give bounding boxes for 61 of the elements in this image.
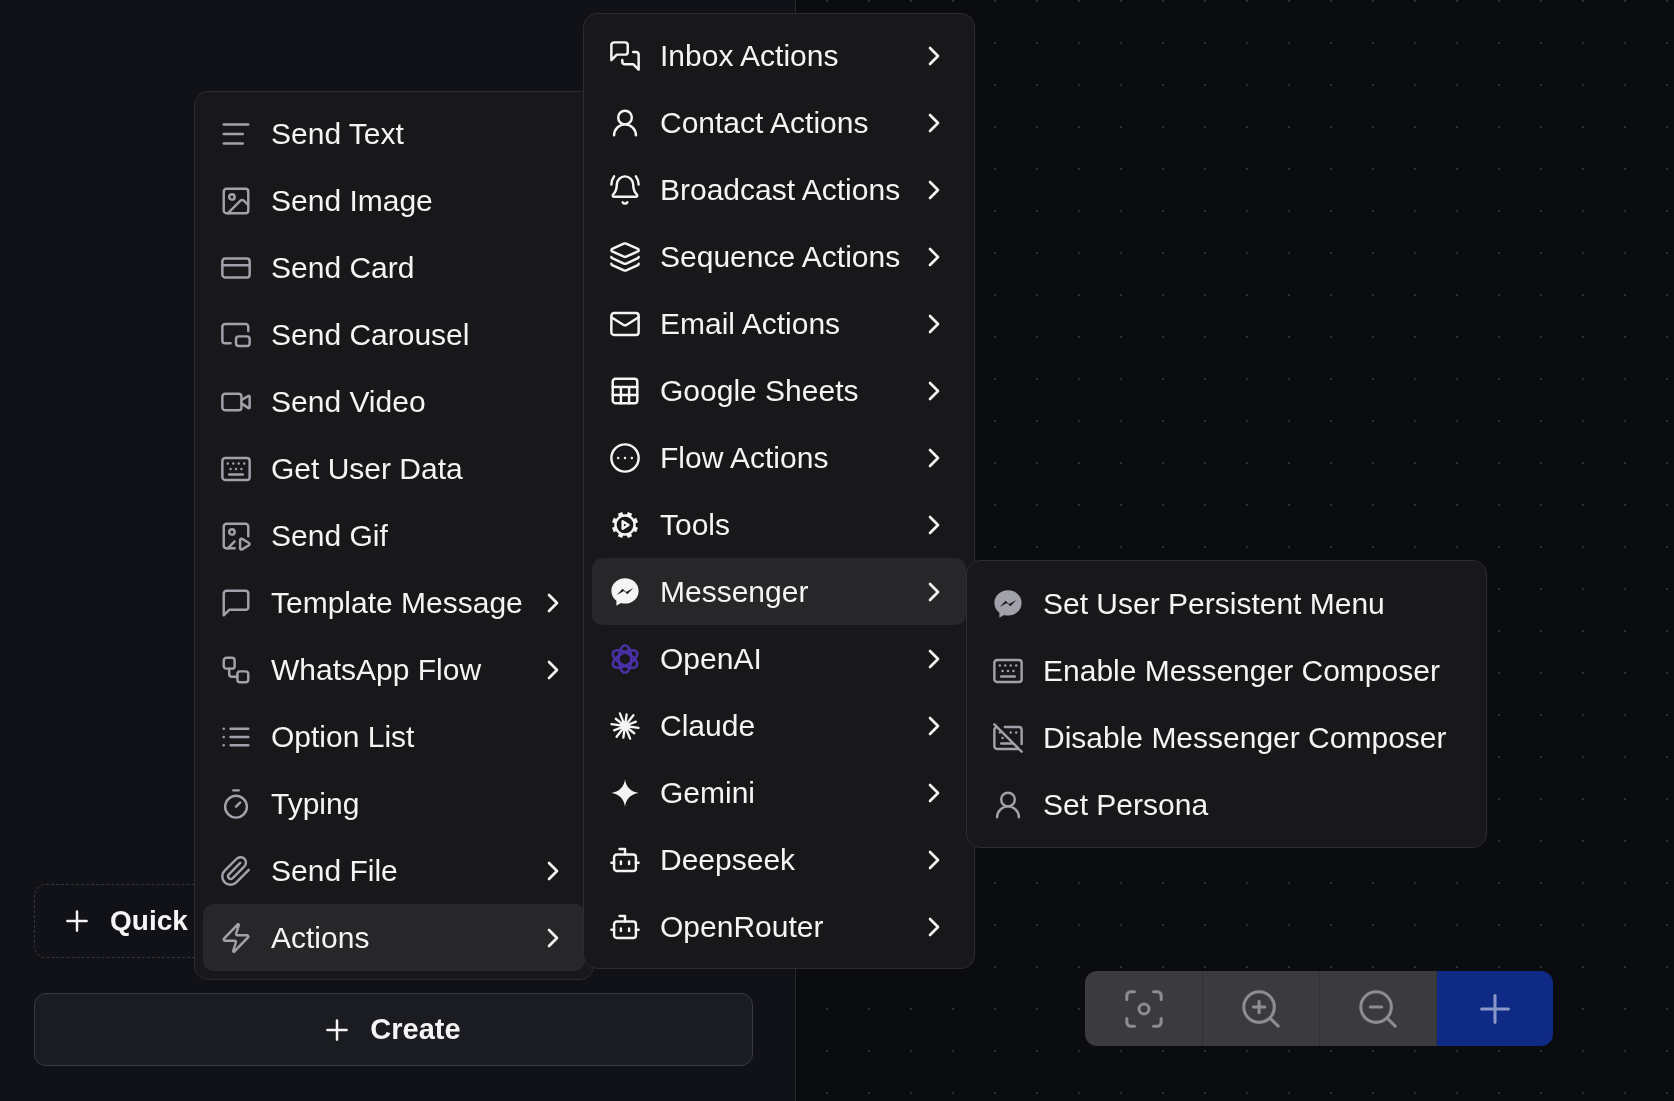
zoom-out-button[interactable]	[1319, 971, 1436, 1046]
plus-icon	[326, 1018, 349, 1041]
add-button[interactable]	[1436, 971, 1553, 1046]
menu-item[interactable]: Broadcast Actions	[592, 156, 966, 223]
zigzag-bubble-icon	[610, 576, 640, 607]
menu-item[interactable]: OpenRouter	[592, 893, 966, 960]
menu-item[interactable]: Send Image	[203, 167, 585, 234]
paperclip-icon	[221, 855, 251, 886]
user-icon	[610, 107, 640, 138]
menu-item[interactable]: Flow Actions	[592, 424, 966, 491]
focus-icon	[1122, 987, 1165, 1030]
menu-item[interactable]: Template Message	[203, 569, 585, 636]
gear-icon	[610, 509, 640, 540]
menu-item[interactable]: WhatsApp Flow	[203, 636, 585, 703]
create-button[interactable]: Create	[34, 993, 753, 1066]
menu-item[interactable]: Actions	[203, 904, 585, 971]
menu-item[interactable]: Email Actions	[592, 290, 966, 357]
menu-item[interactable]: OpenAI	[592, 625, 966, 692]
menu-item[interactable]: Option List	[203, 703, 585, 770]
menu-item[interactable]: Enable Messenger Composer	[975, 637, 1478, 704]
speech-bubble-icon	[221, 587, 251, 618]
crossed-keyboard-icon	[993, 722, 1023, 753]
menu-item[interactable]: Send File	[203, 837, 585, 904]
menu-item[interactable]: Contact Actions	[592, 89, 966, 156]
menu-item[interactable]: Set Persona	[975, 771, 1478, 838]
menu-item[interactable]: Sequence Actions	[592, 223, 966, 290]
user-icon	[993, 789, 1023, 820]
menu-item[interactable]: Send Gif	[203, 502, 585, 569]
menu-item[interactable]: Gemini	[592, 759, 966, 826]
starburst-icon	[610, 710, 640, 741]
bell-ring-icon	[610, 174, 640, 205]
menu-item[interactable]: Deepseek	[592, 826, 966, 893]
image-play-icon	[221, 520, 251, 551]
zigzag-bubble-icon	[993, 588, 1023, 619]
menu-item[interactable]: Messenger	[592, 558, 966, 625]
atom-icon	[610, 643, 640, 674]
menu-item[interactable]: Send Video	[203, 368, 585, 435]
connected-squares-icon	[221, 654, 251, 685]
menu-item[interactable]: Get User Data	[203, 435, 585, 502]
menu-item[interactable]: Google Sheets	[592, 357, 966, 424]
menu-item[interactable]: Tools	[592, 491, 966, 558]
menu-item[interactable]: Set User Persistent Menu	[975, 570, 1478, 637]
layers-icon	[610, 241, 640, 272]
zoom-in-button[interactable]	[1202, 971, 1319, 1046]
dots-circle-icon	[610, 442, 640, 473]
zoom-in-icon	[1240, 987, 1282, 1030]
menu-item[interactable]: Typing	[203, 770, 585, 837]
speech-bubbles-icon	[610, 40, 640, 71]
table-icon	[610, 375, 640, 406]
plus-icon	[66, 910, 88, 932]
menu-item[interactable]: Claude	[592, 692, 966, 759]
zoom-out-icon	[1357, 987, 1399, 1030]
image-icon	[221, 185, 251, 216]
menu-item[interactable]: Send Card	[203, 234, 585, 301]
menu-item[interactable]: Send Carousel	[203, 301, 585, 368]
menu-item[interactable]: Inbox Actions	[592, 22, 966, 89]
stopwatch-icon	[221, 788, 251, 819]
fit-view-button[interactable]	[1085, 971, 1202, 1046]
menu-item[interactable]: Disable Messenger Composer	[975, 704, 1478, 771]
menu-item[interactable]: Send Text	[203, 100, 585, 167]
lightning-icon	[221, 922, 251, 953]
